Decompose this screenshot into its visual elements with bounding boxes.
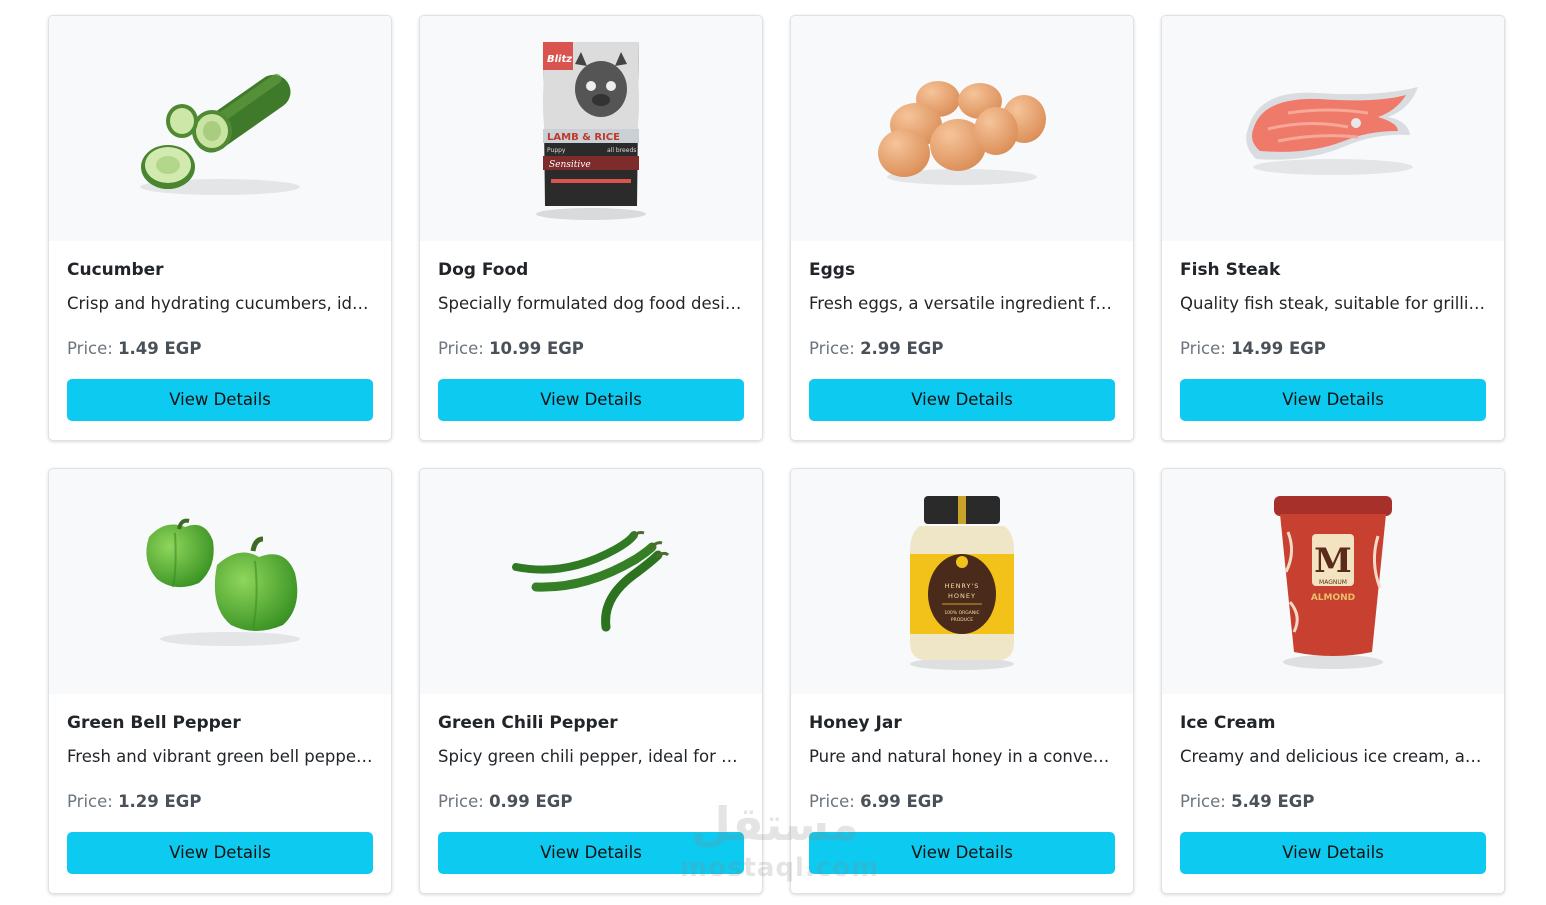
green-bell-pepper-image [146,518,300,646]
product-image-area[interactable]: M MAGNUM ALMOND [1162,469,1504,694]
price-label: Price: [438,339,484,358]
product-description: Specially formulated dog food designed t… [438,294,744,313]
product-price: Price: 2.99 EGP [809,338,1115,360]
view-details-button[interactable]: View Details [438,379,744,421]
product-card: Blitz LAMB & RICE Puppy all breeds Sensi… [419,15,763,441]
product-name: Ice Cream [1180,713,1276,733]
price-value: 0.99 EGP [489,792,573,811]
ice-cream-brand: MAGNUM [1319,579,1347,586]
product-description: Crisp and hydrating cucumbers, ideal for… [67,294,373,313]
product-card: HENRY'S HONEY 100% ORGANIC PRODUCE Honey… [790,468,1134,894]
product-name: Dog Food [438,260,529,280]
price-label: Price: [809,339,855,358]
product-image-area[interactable] [420,469,762,694]
eggs-image [878,80,1046,185]
product-description: Creamy and delicious ice cream, availabl… [1180,747,1486,766]
view-details-button[interactable]: View Details [438,832,744,874]
ice-cream-image: M MAGNUM ALMOND [1274,495,1392,669]
product-grid: Cucumber Crisp and hydrating cucumbers, … [48,15,1505,894]
product-price: Price: 5.49 EGP [1180,791,1486,813]
product-price: Price: 1.29 EGP [67,791,373,813]
product-price: Price: 1.49 EGP [67,338,373,360]
dog-food-line4: Sensitive [549,160,591,170]
dog-food-brand: Blitz [547,54,572,65]
price-label: Price: [1180,792,1226,811]
ice-cream-letter: M [1314,541,1352,581]
product-name: Fish Steak [1180,260,1281,280]
product-description: Quality fish steak, suitable for grillin… [1180,294,1486,313]
product-price: Price: 0.99 EGP [438,791,744,813]
ice-cream-flavor: ALMOND [1311,593,1355,603]
price-label: Price: [67,792,113,811]
product-name: Green Chili Pepper [438,713,618,733]
price-value: 10.99 EGP [489,339,584,358]
product-card: Eggs Fresh eggs, a versatile ingredient … [790,15,1134,441]
product-card: M MAGNUM ALMOND Ice Cream Creamy and del… [1161,468,1505,894]
product-price: Price: 10.99 EGP [438,338,744,360]
product-image-area[interactable] [49,16,391,241]
dog-food-line1: LAMB & RICE [547,132,620,143]
green-chili-pepper-image [512,530,670,631]
product-description: Pure and natural honey in a convenient j… [809,747,1115,766]
product-name: Eggs [809,260,856,280]
view-details-button[interactable]: View Details [809,379,1115,421]
product-image-area[interactable] [49,469,391,694]
price-label: Price: [67,339,113,358]
product-card: Fish Steak Quality fish steak, suitable … [1161,15,1505,441]
cucumber-image [140,73,300,195]
product-card: Cucumber Crisp and hydrating cucumbers, … [48,15,392,441]
product-description: Spicy green chili pepper, ideal for addi… [438,747,744,766]
product-price: Price: 6.99 EGP [809,791,1115,813]
view-details-button[interactable]: View Details [67,379,373,421]
product-image-area[interactable] [791,16,1133,241]
honey-label-4: PRODUCE [951,617,973,623]
product-image-area[interactable] [1162,16,1504,241]
view-details-button[interactable]: View Details [809,832,1115,874]
price-value: 14.99 EGP [1231,339,1326,358]
dog-food-line3: all breeds [607,147,636,154]
product-card: Green Bell Pepper Fresh and vibrant gree… [48,468,392,894]
honey-jar-image: HENRY'S HONEY 100% ORGANIC PRODUCE [910,495,1014,670]
price-value: 1.29 EGP [118,792,202,811]
honey-label-3: 100% ORGANIC [944,610,979,616]
product-price: Price: 14.99 EGP [1180,338,1486,360]
honey-label-1: HENRY'S [945,582,980,590]
view-details-button[interactable]: View Details [1180,832,1486,874]
price-value: 1.49 EGP [118,339,202,358]
product-card: Green Chili Pepper Spicy green chili pep… [419,468,763,894]
fish-steak-image [1246,86,1418,175]
dog-food-line2: Puppy [547,147,566,154]
product-name: Cucumber [67,260,164,280]
product-name: Green Bell Pepper [67,713,241,733]
product-name: Honey Jar [809,713,902,733]
product-image-area[interactable]: Blitz LAMB & RICE Puppy all breeds Sensi… [420,16,762,241]
product-description: Fresh and vibrant green bell pepper, per… [67,747,373,766]
price-label: Price: [438,792,484,811]
price-label: Price: [1180,339,1226,358]
product-image-area[interactable]: HENRY'S HONEY 100% ORGANIC PRODUCE [791,469,1133,694]
honey-label-2: HONEY [948,592,976,600]
price-label: Price: [809,792,855,811]
product-description: Fresh eggs, a versatile ingredient for b… [809,294,1115,313]
dog-food-image: Blitz LAMB & RICE Puppy all breeds Sensi… [536,41,646,220]
view-details-button[interactable]: View Details [1180,379,1486,421]
price-value: 5.49 EGP [1231,792,1315,811]
price-value: 6.99 EGP [860,792,944,811]
view-details-button[interactable]: View Details [67,832,373,874]
price-value: 2.99 EGP [860,339,944,358]
